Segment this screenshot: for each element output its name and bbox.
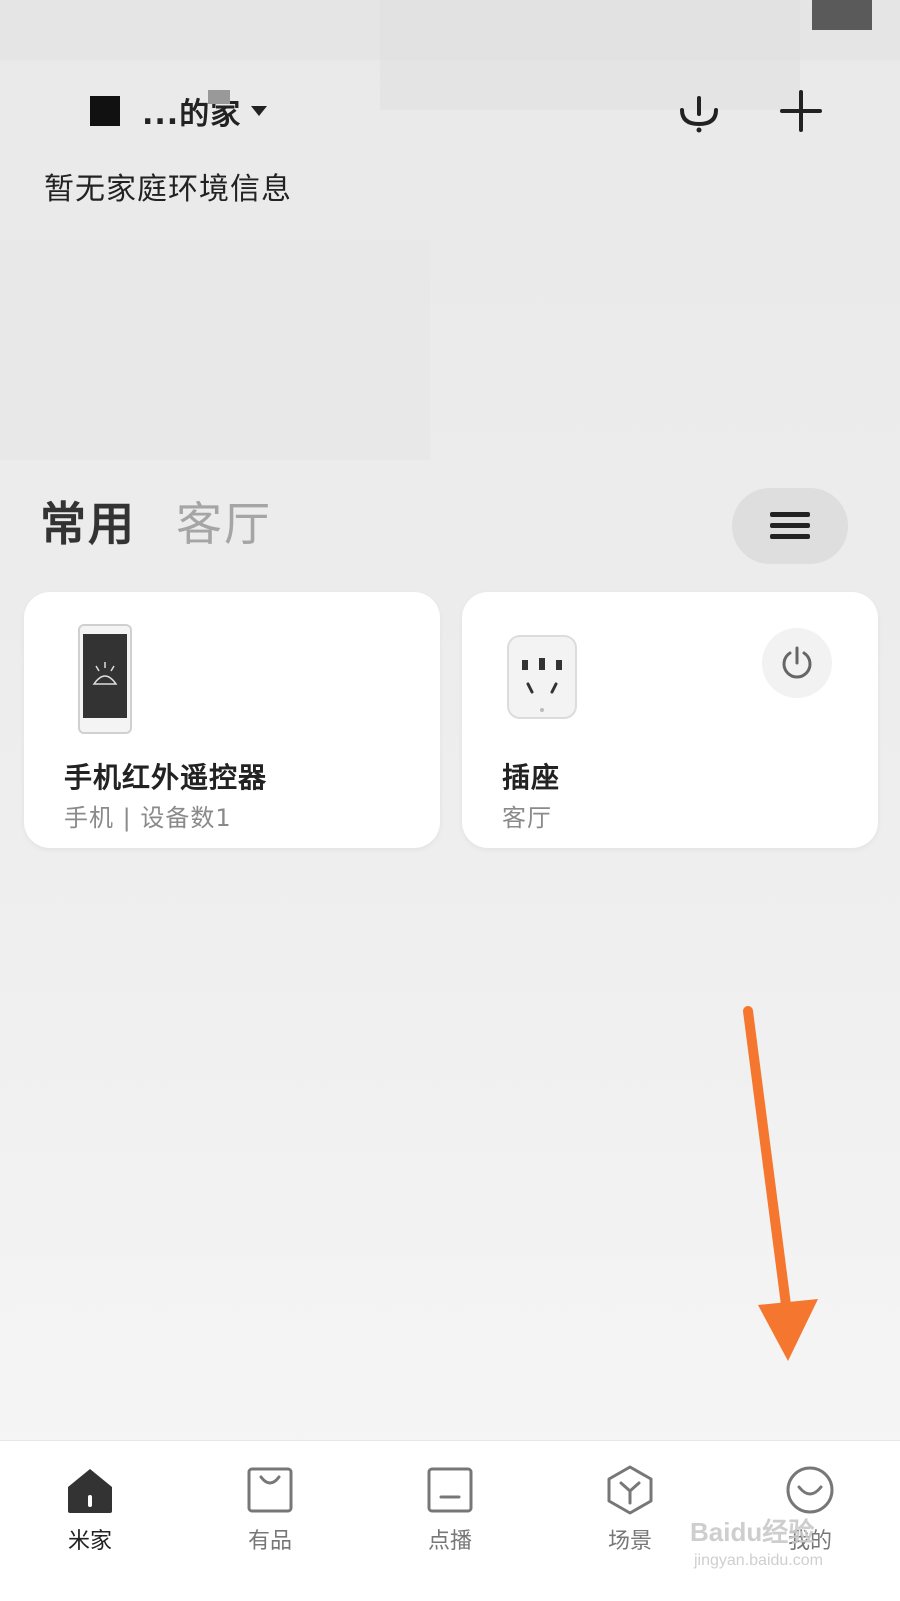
- add-icon[interactable]: [778, 88, 824, 134]
- annotation-arrow-icon: [743, 1006, 818, 1361]
- background-texture: [0, 240, 430, 460]
- room-menu-button[interactable]: [732, 488, 848, 564]
- baidu-watermark: Baidu经验: [690, 1517, 815, 1547]
- device-name: 插座: [502, 761, 561, 794]
- shopping-bag-icon: [247, 1467, 293, 1513]
- tab-common[interactable]: 常用: [40, 488, 136, 554]
- device-name: 手机红外遥控器: [64, 761, 268, 794]
- caret-down-icon: [251, 106, 268, 116]
- nav-label: 场景: [607, 1529, 652, 1554]
- profile-smile-icon: [786, 1466, 834, 1514]
- phone-ir-remote-icon: [78, 624, 132, 734]
- device-meta: 客厅: [502, 804, 552, 832]
- nav-item-mijia[interactable]: 米家: [40, 1463, 140, 1555]
- tab-living-room[interactable]: 客厅: [176, 488, 272, 554]
- device-card-plug[interactable]: 插座 客厅: [462, 592, 878, 848]
- scene-cube-icon: [607, 1465, 653, 1515]
- background-texture: [380, 0, 800, 110]
- room-tabs: 常用 客厅: [40, 488, 272, 554]
- baidu-watermark-url: jingyan.baidu.com: [694, 1552, 823, 1569]
- nav-item-dianbo[interactable]: 点播: [400, 1463, 500, 1555]
- nav-label: 点播: [427, 1529, 472, 1554]
- home-selector[interactable]: ...的家: [90, 86, 268, 136]
- device-meta: 手机 | 设备数1: [64, 804, 232, 832]
- redaction-block: [90, 96, 120, 126]
- device-card-phone-ir[interactable]: 手机红外遥控器 手机 | 设备数1: [24, 592, 440, 848]
- nav-label: 米家: [67, 1529, 112, 1554]
- voice-assistant-icon[interactable]: [676, 88, 722, 134]
- nav-item-changjing[interactable]: 场景: [580, 1463, 680, 1555]
- tv-icon: [427, 1467, 473, 1513]
- power-button[interactable]: [762, 628, 832, 698]
- hamburger-icon: [770, 512, 810, 539]
- smart-plug-icon: [507, 635, 577, 719]
- nav-item-youpin[interactable]: 有品: [220, 1463, 320, 1555]
- nav-label: 有品: [247, 1529, 292, 1554]
- home-icon: [68, 1469, 112, 1513]
- power-icon: [782, 646, 812, 679]
- status-bar-redaction: [812, 0, 872, 30]
- redaction-block: [208, 90, 230, 104]
- home-environment-info: 暂无家庭环境信息: [44, 172, 292, 207]
